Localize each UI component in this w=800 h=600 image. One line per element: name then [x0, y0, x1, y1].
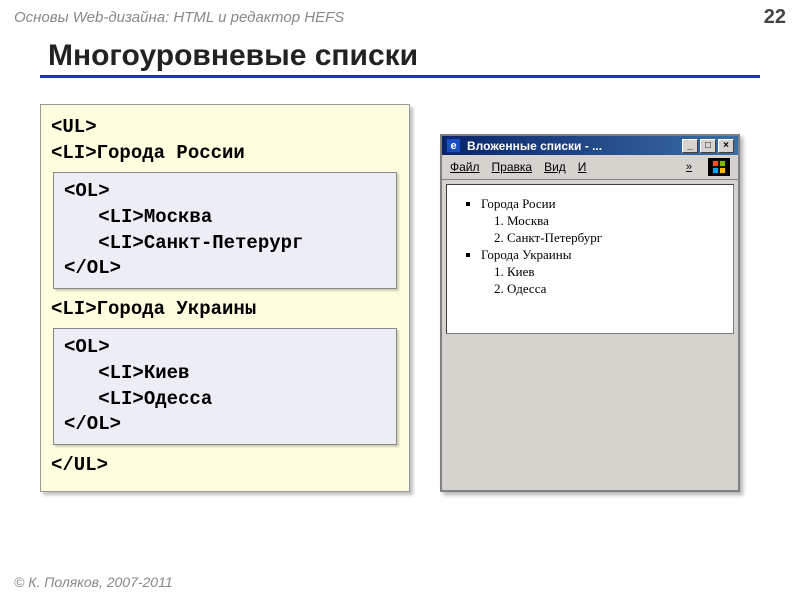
list-item: Города Украины Киев Одесса: [481, 247, 725, 297]
code-line: <LI>Города России: [51, 141, 399, 167]
list-item: Москва: [507, 213, 725, 229]
code-line: <LI>Киев: [64, 361, 386, 387]
menu-view[interactable]: Вид: [544, 160, 566, 174]
slide-header: Основы Web-дизайна: HTML и редактор HEFS…: [0, 0, 800, 31]
menu-edit[interactable]: Правка: [492, 160, 533, 174]
ie-icon: e: [446, 138, 461, 153]
code-line: <UL>: [51, 115, 399, 141]
code-line: <LI>Санкт-Петерург: [64, 231, 386, 257]
browser-window: e Вложенные списки - ... _ □ × Файл Прав…: [440, 134, 740, 492]
page-title: Многоуровневые списки: [40, 39, 760, 78]
minimize-button[interactable]: _: [682, 139, 698, 153]
titlebar: e Вложенные списки - ... _ □ ×: [442, 136, 738, 155]
code-line: <LI>Москва: [64, 205, 386, 231]
breadcrumb: Основы Web-дизайна: HTML и редактор HEFS: [14, 9, 344, 26]
page-number: 22: [764, 6, 786, 29]
code-block-inner-1: <OL> <LI>Москва <LI>Санкт-Петерург </OL>: [53, 172, 397, 289]
code-line: </UL>: [51, 453, 399, 479]
footer-copyright: © К. Поляков, 2007-2011: [14, 574, 173, 590]
code-line: <LI>Одесса: [64, 387, 386, 413]
maximize-button[interactable]: □: [700, 139, 716, 153]
menubar: Файл Правка Вид И »: [442, 155, 738, 180]
page-viewport: Города Росии Москва Санкт-Петербург Горо…: [446, 184, 734, 334]
windows-logo-icon: [708, 158, 730, 176]
code-line: <OL>: [64, 179, 386, 205]
list-item: Санкт-Петербург: [507, 230, 725, 246]
code-line: <LI>Города Украины: [51, 297, 399, 323]
list-item: Одесса: [507, 281, 725, 297]
menu-file[interactable]: Файл: [450, 160, 480, 174]
chevron-icon[interactable]: »: [682, 161, 696, 173]
menu-more[interactable]: И: [578, 160, 587, 174]
code-block-inner-2: <OL> <LI>Киев <LI>Одесса </OL>: [53, 328, 397, 445]
list-item: Киев: [507, 264, 725, 280]
code-line: <OL>: [64, 335, 386, 361]
close-button[interactable]: ×: [718, 139, 734, 153]
code-line: </OL>: [64, 256, 386, 282]
list-item: Города Росии Москва Санкт-Петербург: [481, 196, 725, 246]
code-block-outer: <UL> <LI>Города России <OL> <LI>Москва <…: [40, 104, 410, 492]
window-title: Вложенные списки - ...: [467, 139, 676, 153]
code-line: </OL>: [64, 412, 386, 438]
